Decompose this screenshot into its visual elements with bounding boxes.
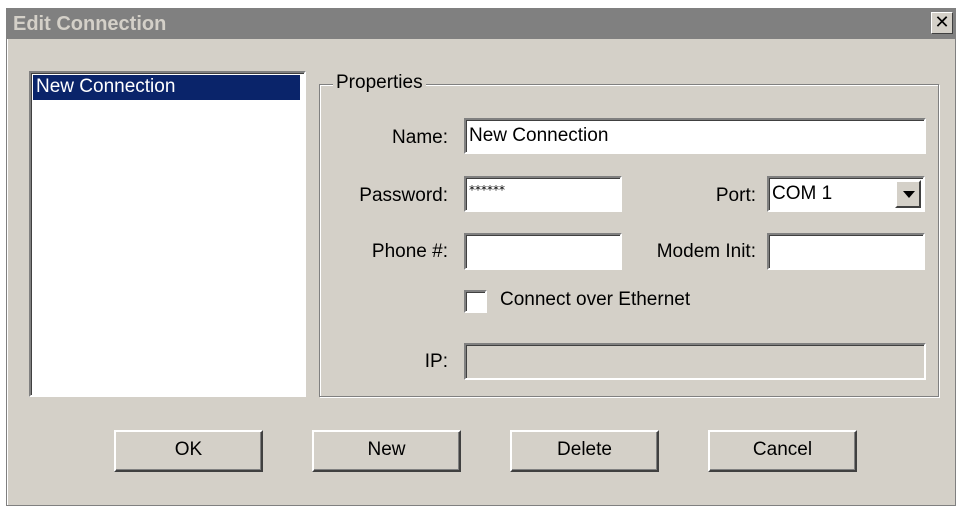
- new-button[interactable]: New: [312, 430, 461, 472]
- port-select-value: COM 1: [772, 183, 833, 204]
- window-title: Edit Connection: [13, 13, 167, 35]
- list-item-new-connection[interactable]: New Connection: [33, 75, 300, 100]
- port-select[interactable]: COM 1: [767, 176, 925, 212]
- name-label: Name:: [392, 127, 448, 148]
- modem-init-input[interactable]: [767, 233, 925, 270]
- phone-input[interactable]: [464, 233, 622, 270]
- ip-input: [464, 343, 926, 380]
- ethernet-checkbox-label[interactable]: Connect over Ethernet: [500, 288, 690, 312]
- ip-label: IP:: [424, 351, 448, 372]
- delete-button[interactable]: Delete: [510, 430, 659, 472]
- port-label: Port:: [715, 185, 756, 206]
- close-icon: ✕: [934, 12, 950, 33]
- title-bar[interactable]: Edit Connection ✕: [7, 9, 955, 39]
- password-label: Password:: [359, 185, 448, 206]
- name-input-value: New Connection: [469, 125, 609, 146]
- cancel-button[interactable]: Cancel: [708, 430, 857, 472]
- close-button[interactable]: ✕: [931, 12, 953, 34]
- chevron-down-icon[interactable]: [895, 180, 921, 208]
- password-input-value: ******: [469, 183, 505, 197]
- modem-init-label: Modem Init:: [656, 241, 756, 262]
- name-input[interactable]: New Connection: [464, 118, 926, 154]
- properties-group-label: Properties: [333, 72, 426, 94]
- connection-list[interactable]: New Connection: [29, 71, 306, 397]
- phone-label: Phone #:: [371, 241, 448, 262]
- ethernet-checkbox[interactable]: [464, 290, 487, 313]
- ok-button[interactable]: OK: [114, 430, 263, 472]
- password-input[interactable]: ******: [464, 176, 622, 212]
